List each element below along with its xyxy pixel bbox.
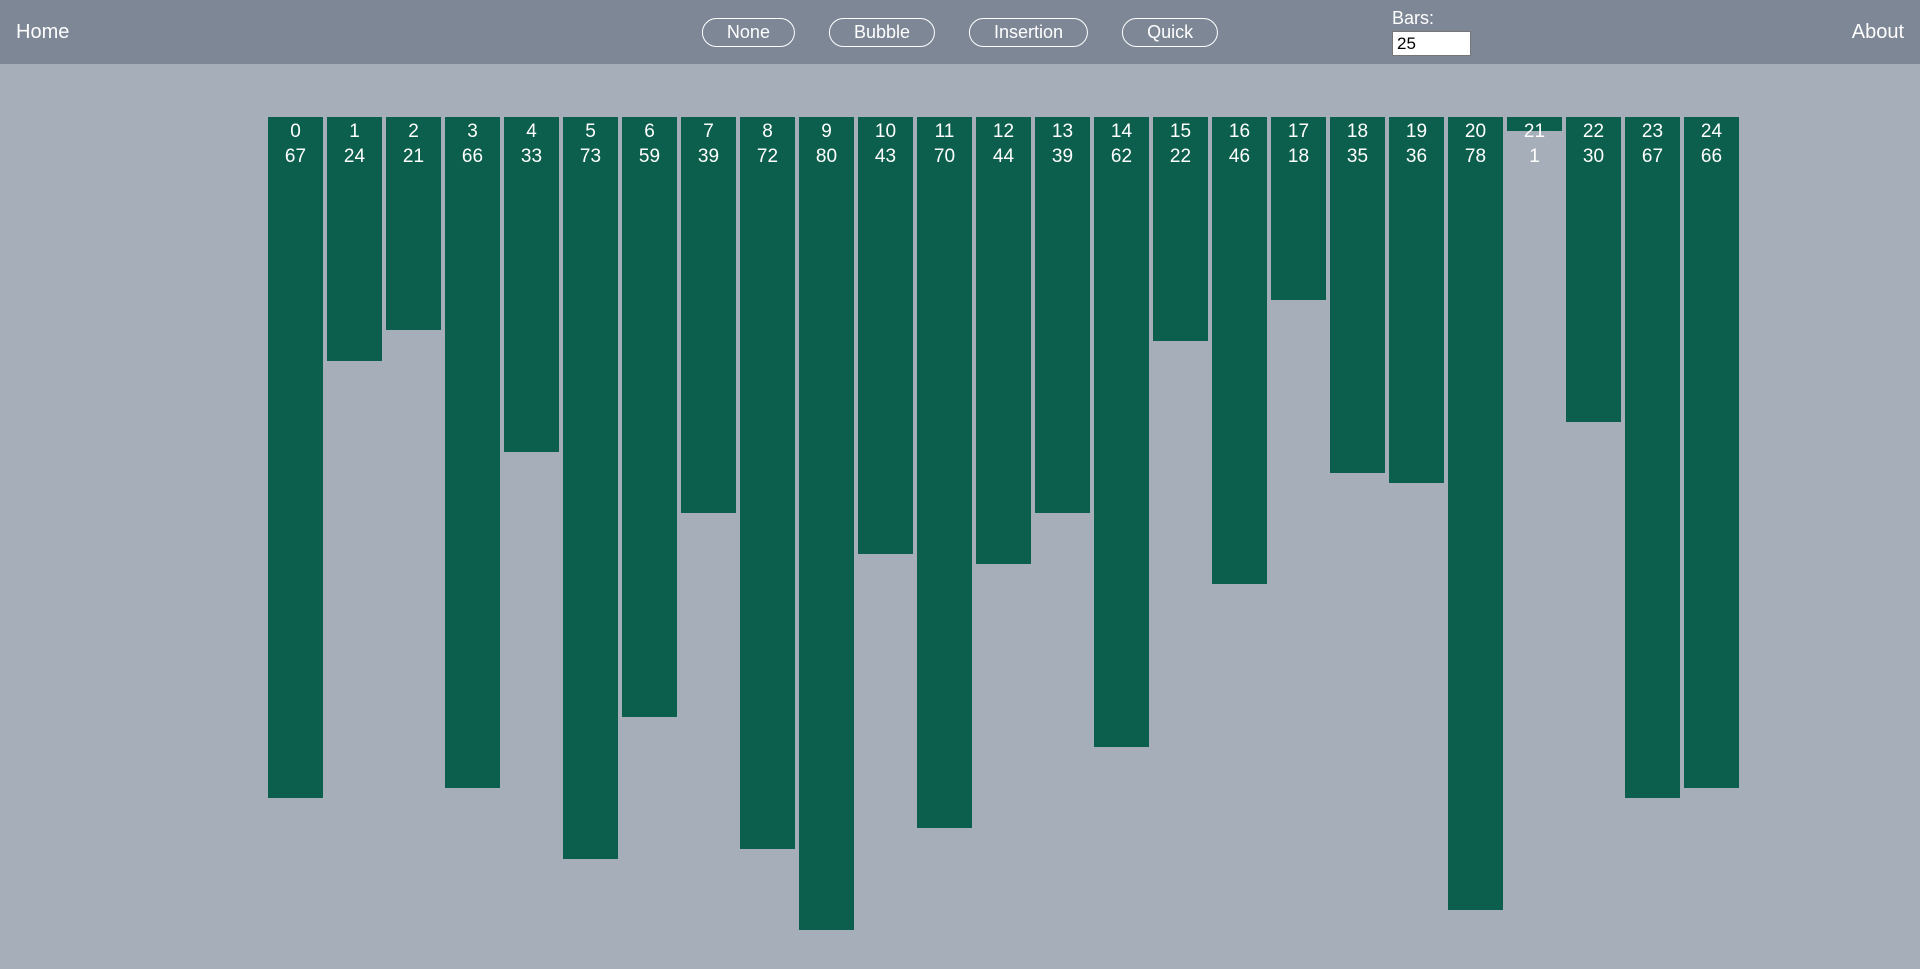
home-link[interactable]: Home [16,21,69,43]
bar-index: 15 [1170,120,1191,145]
bar-item: 2466 [1684,117,1739,788]
bar-index: 17 [1288,120,1309,145]
bar-value: 39 [698,145,719,170]
about-link[interactable]: About [1852,21,1904,43]
bar-index: 8 [762,120,773,145]
bar-item: 1170 [917,117,972,828]
bar-item: 1936 [1389,117,1444,483]
bar-value: 21 [403,145,424,170]
bar-item: 2230 [1566,117,1621,422]
bar-item: 1244 [976,117,1031,564]
bar-index: 3 [467,120,478,145]
bar-item: 124 [327,117,382,361]
bar-item: 872 [740,117,795,849]
bar-value: 67 [285,145,306,170]
bar-value: 66 [1701,145,1722,170]
bar-item: 211 [1507,117,1562,131]
bar-item: 221 [386,117,441,330]
bar-index: 2 [408,120,419,145]
bar-index: 7 [703,120,714,145]
bar-index: 0 [290,120,301,145]
bar-value: 22 [1170,145,1191,170]
bar-item: 659 [622,117,677,717]
bar-value: 78 [1465,145,1486,170]
bar-item: 739 [681,117,736,513]
bar-index: 12 [993,120,1014,145]
bar-item: 1835 [1330,117,1385,473]
bar-value: 33 [521,145,542,170]
bars-label: Bars: [1392,8,1471,29]
bar-item: 980 [799,117,854,930]
none-button[interactable]: None [702,18,795,47]
bar-value: 72 [757,145,778,170]
bar-value: 35 [1347,145,1368,170]
insertion-button[interactable]: Insertion [969,18,1088,47]
bar-index: 23 [1642,120,1663,145]
bar-item: 1339 [1035,117,1090,513]
bar-value: 46 [1229,145,1250,170]
bar-item: 433 [504,117,559,452]
bar-value: 44 [993,145,1014,170]
bar-value: 59 [639,145,660,170]
bar-value: 62 [1111,145,1132,170]
bar-item: 1646 [1212,117,1267,584]
sort-button-group: None Bubble Insertion Quick [702,18,1218,47]
bar-item: 1718 [1271,117,1326,300]
bar-index: 19 [1406,120,1427,145]
bar-item: 067 [268,117,323,798]
bar-index: 1 [349,120,360,145]
bar-item: 1522 [1153,117,1208,341]
bar-index: 20 [1465,120,1486,145]
bars-input[interactable] [1392,31,1471,56]
bar-value: 24 [344,145,365,170]
bar-index: 13 [1052,120,1073,145]
bar-item: 366 [445,117,500,788]
bar-value: 73 [580,145,601,170]
bar-item: 1043 [858,117,913,554]
bar-value: 43 [875,145,896,170]
bar-index: 21 [1524,120,1545,145]
bar-value: 36 [1406,145,1427,170]
quick-button[interactable]: Quick [1122,18,1218,47]
bar-index: 24 [1701,120,1722,145]
bubble-button[interactable]: Bubble [829,18,935,47]
bar-index: 14 [1111,120,1132,145]
bar-index: 11 [935,120,955,145]
bar-item: 2367 [1625,117,1680,798]
bar-index: 9 [821,120,832,145]
bars-control: Bars: [1392,8,1471,56]
bar-index: 5 [585,120,596,145]
bar-value: 39 [1052,145,1073,170]
bar-index: 16 [1229,120,1250,145]
bar-item: 2078 [1448,117,1503,910]
bar-index: 22 [1583,120,1604,145]
bar-index: 4 [526,120,537,145]
bar-item: 1462 [1094,117,1149,747]
bar-value: 80 [816,145,837,170]
bar-index: 10 [875,120,896,145]
header-bar: Home None Bubble Insertion Quick Bars: A… [0,0,1920,64]
bar-value: 30 [1583,145,1604,170]
bar-item: 573 [563,117,618,859]
bar-value: 1 [1529,145,1540,170]
bar-value: 66 [462,145,483,170]
bar-index: 6 [644,120,655,145]
bar-chart: 0671242213664335736597398729801043117012… [268,117,1743,930]
bar-value: 18 [1288,145,1309,170]
bar-value: 67 [1642,145,1663,170]
bar-index: 18 [1347,120,1368,145]
bar-value: 70 [934,145,955,170]
